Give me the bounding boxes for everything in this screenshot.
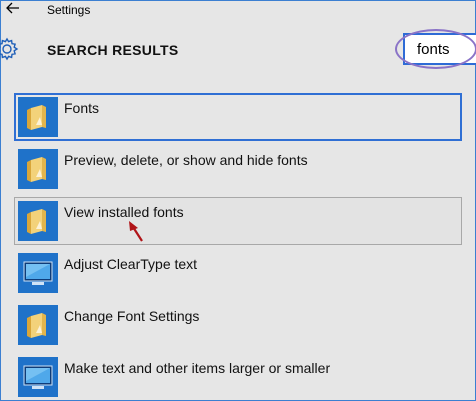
folder-icon <box>18 305 58 345</box>
monitor-icon <box>18 357 58 397</box>
result-label: Change Font Settings <box>64 308 200 324</box>
settings-window: Settings SEARCH RESULTS fonts Fonts Prev… <box>0 0 476 401</box>
folder-icon <box>18 149 58 189</box>
result-view-installed-fonts[interactable]: View installed fonts <box>14 197 462 245</box>
result-change-font-settings[interactable]: Change Font Settings <box>14 301 462 349</box>
result-label: View installed fonts <box>64 204 184 220</box>
result-label: Make text and other items larger or smal… <box>64 360 331 376</box>
monitor-icon <box>18 253 58 293</box>
result-make-text-larger[interactable]: Make text and other items larger or smal… <box>14 353 462 401</box>
page-title: SEARCH RESULTS <box>47 42 179 58</box>
result-adjust-cleartype[interactable]: Adjust ClearType text <box>14 249 462 297</box>
folder-icon <box>18 201 58 241</box>
result-label: Adjust ClearType text <box>64 256 198 272</box>
title-bar: Settings <box>1 1 475 21</box>
result-preview-fonts[interactable]: Preview, delete, or show and hide fonts <box>14 145 462 193</box>
annotation-arrow-icon <box>124 219 146 245</box>
search-value: fonts <box>417 41 450 58</box>
result-label: Fonts <box>64 100 100 116</box>
window-title: Settings <box>47 3 91 17</box>
result-label: Preview, delete, or show and hide fonts <box>64 152 308 168</box>
gear-icon <box>0 37 19 61</box>
search-input[interactable]: fonts <box>403 33 476 65</box>
back-arrow-icon[interactable] <box>5 1 21 17</box>
header: SEARCH RESULTS fonts <box>0 27 476 73</box>
result-fonts[interactable]: Fonts <box>14 93 462 141</box>
folder-icon <box>18 97 58 137</box>
